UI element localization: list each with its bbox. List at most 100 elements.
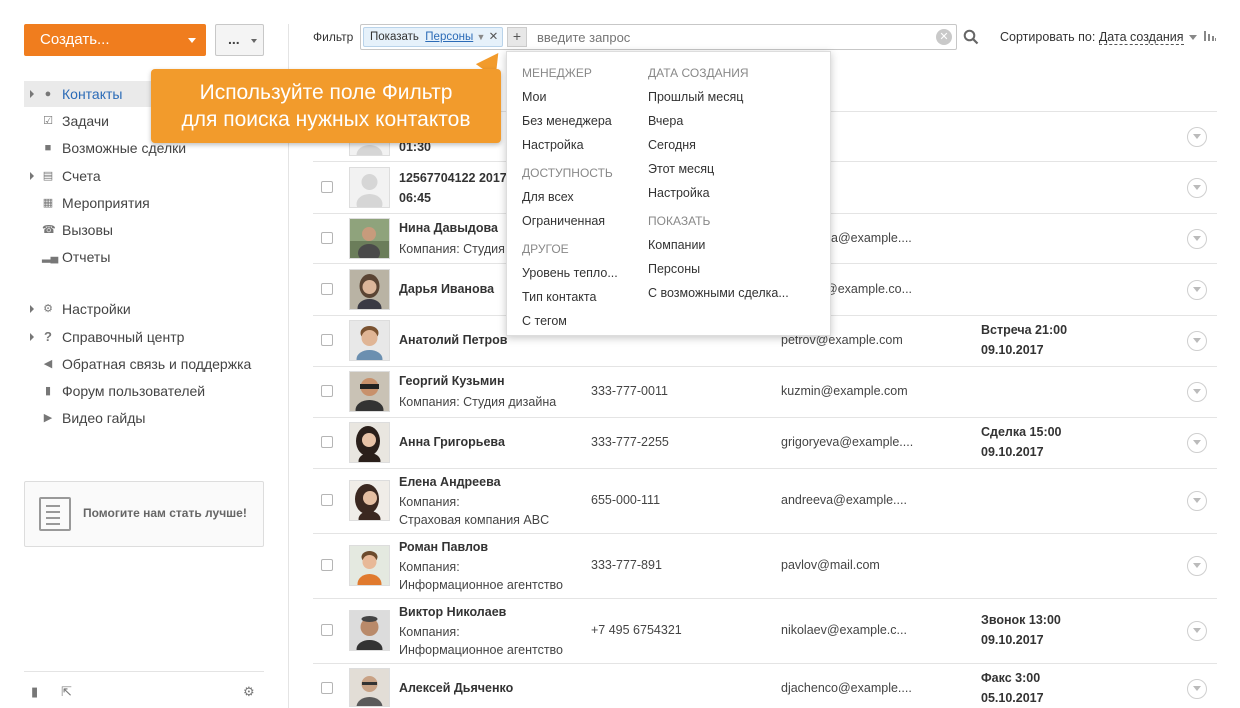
expand-arrow-icon[interactable] xyxy=(30,305,34,313)
dropdown-item-date-settings[interactable]: Настройка xyxy=(648,186,710,200)
row-actions-icon[interactable] xyxy=(1187,280,1207,300)
row-checkbox[interactable] xyxy=(321,682,333,694)
remove-tag-icon[interactable]: ✕ xyxy=(489,31,499,43)
contact-name[interactable]: Нина Давыдова xyxy=(399,221,498,235)
sidebar-item-feedback[interactable]: ◀ Обратная связь и поддержка xyxy=(24,351,264,377)
avatar[interactable] xyxy=(349,320,390,361)
avatar[interactable] xyxy=(349,545,390,586)
chevron-down-icon[interactable] xyxy=(1189,35,1197,40)
dropdown-item-yesterday[interactable]: Вчера xyxy=(648,114,683,128)
add-filter-button[interactable]: + xyxy=(507,27,527,47)
expand-arrow-icon[interactable] xyxy=(30,90,34,98)
filter-search-input[interactable] xyxy=(531,27,926,47)
avatar[interactable] xyxy=(349,422,390,463)
expand-arrow-icon[interactable] xyxy=(30,172,34,180)
sidebar-item-settings[interactable]: ⚙ Настройки xyxy=(24,296,264,322)
row-checkbox[interactable] xyxy=(321,181,333,193)
row-actions-icon[interactable] xyxy=(1187,433,1207,453)
dropdown-item-with-deals[interactable]: С возможными сделка... xyxy=(648,286,789,300)
dropdown-item-today[interactable]: Сегодня xyxy=(648,138,696,152)
contact-event[interactable]: Факс 3:00 xyxy=(981,668,1040,688)
contact-name[interactable]: Анна Григорьева xyxy=(399,435,505,449)
dropdown-item-no-manager[interactable]: Без менеджера xyxy=(522,114,612,128)
row-actions-icon[interactable] xyxy=(1187,127,1207,147)
dropdown-item-contact-type[interactable]: Тип контакта xyxy=(522,290,596,304)
contact-email[interactable]: @example.co... xyxy=(825,282,912,296)
row-checkbox[interactable] xyxy=(321,494,333,506)
row-checkbox[interactable] xyxy=(321,283,333,295)
dropdown-item-this-month[interactable]: Этот месяц xyxy=(648,162,714,176)
contact-name[interactable]: 12567704122 2017 xyxy=(399,171,507,185)
contact-phone[interactable]: 333-777-891 xyxy=(591,558,662,572)
feedback-banner[interactable]: Помогите нам стать лучше! xyxy=(24,481,264,547)
dropdown-item-with-tag[interactable]: С тегом xyxy=(522,314,567,328)
dropdown-item-restricted[interactable]: Ограниченная xyxy=(522,214,605,228)
row-checkbox[interactable] xyxy=(321,436,333,448)
sidebar-item-invoices[interactable]: ▤ Счета xyxy=(24,163,264,189)
filter-tag-value[interactable]: Персоны xyxy=(425,31,473,43)
row-checkbox[interactable] xyxy=(321,385,333,397)
contact-phone[interactable]: +7 495 6754321 xyxy=(591,623,682,637)
contact-name[interactable]: Анатолий Петров xyxy=(399,333,507,347)
avatar[interactable] xyxy=(349,610,390,651)
dropdown-item-temperature[interactable]: Уровень тепло... xyxy=(522,266,618,280)
more-actions-button[interactable]: ... xyxy=(215,24,264,56)
sidebar-item-events[interactable]: ▦ Мероприятия xyxy=(24,190,264,216)
row-checkbox[interactable] xyxy=(321,624,333,636)
contact-phone[interactable]: 333-777-0011 xyxy=(591,384,668,398)
search-icon[interactable] xyxy=(963,29,979,45)
create-button[interactable]: Создать... xyxy=(24,24,206,56)
dropdown-item-mine[interactable]: Мои xyxy=(522,90,547,104)
gear-icon[interactable]: ⚙ xyxy=(243,684,255,700)
dropdown-item-persons[interactable]: Персоны xyxy=(648,262,700,276)
dropdown-item-companies[interactable]: Компании xyxy=(648,238,705,252)
sort-order-icon[interactable] xyxy=(1204,30,1216,42)
sort-value[interactable]: Дата создания xyxy=(1098,30,1184,45)
contact-phone[interactable]: 655-000-111 xyxy=(591,493,660,507)
row-actions-icon[interactable] xyxy=(1187,621,1207,641)
sidebar-item-video-guides[interactable]: ▶ Видео гайды xyxy=(24,405,264,431)
avatar[interactable] xyxy=(349,167,390,208)
row-actions-icon[interactable] xyxy=(1187,331,1207,351)
contact-email[interactable]: grigoryeva@example.... xyxy=(781,435,913,449)
sidebar-item-forum[interactable]: ▮ Форум пользователей xyxy=(24,378,264,404)
contact-email[interactable]: andreeva@example.... xyxy=(781,493,907,507)
contact-name[interactable]: Елена Андреева xyxy=(399,475,501,489)
avatar[interactable] xyxy=(349,218,390,259)
clear-icon[interactable]: ✕ xyxy=(936,29,952,45)
contact-event[interactable]: Встреча 21:00 xyxy=(981,320,1067,340)
contact-event[interactable]: Сделка 15:00 xyxy=(981,422,1062,442)
expand-icon[interactable]: ⇱ xyxy=(61,684,72,700)
contact-email[interactable]: kuzmin@example.com xyxy=(781,384,908,398)
sidebar-item-help-center[interactable]: ? Справочный центр xyxy=(24,324,264,350)
row-actions-icon[interactable] xyxy=(1187,556,1207,576)
filter-tag[interactable]: Показать Персоны ▼ ✕ xyxy=(363,27,503,47)
dropdown-item-last-month[interactable]: Прошлый месяц xyxy=(648,90,743,104)
row-checkbox[interactable] xyxy=(321,232,333,244)
sort-control[interactable]: Сортировать по: Дата создания xyxy=(1000,30,1184,45)
row-actions-icon[interactable] xyxy=(1187,382,1207,402)
contact-phone[interactable]: 333-777-2255 xyxy=(591,435,669,449)
dropdown-item-manager-settings[interactable]: Настройка xyxy=(522,138,584,152)
chevron-down-icon[interactable]: ▼ xyxy=(476,32,485,42)
sidebar-item-calls[interactable]: ☎ Вызовы xyxy=(24,217,264,243)
row-actions-icon[interactable] xyxy=(1187,679,1207,699)
contact-email[interactable]: nikolaev@example.c... xyxy=(781,623,907,637)
dropdown-item-public[interactable]: Для всех xyxy=(522,190,574,204)
chat-icon[interactable]: ▮ xyxy=(31,684,38,700)
row-actions-icon[interactable] xyxy=(1187,491,1207,511)
contact-name[interactable]: Роман Павлов xyxy=(399,540,488,554)
row-actions-icon[interactable] xyxy=(1187,229,1207,249)
sidebar-item-reports[interactable]: ▂▄ Отчеты xyxy=(24,244,264,270)
contact-name[interactable]: Дарья Иванова xyxy=(399,282,494,296)
row-actions-icon[interactable] xyxy=(1187,178,1207,198)
contact-email[interactable]: a@example.... xyxy=(831,231,912,245)
expand-arrow-icon[interactable] xyxy=(30,333,34,341)
contact-event[interactable]: Звонок 13:00 xyxy=(981,610,1061,630)
avatar[interactable] xyxy=(349,480,390,521)
row-checkbox[interactable] xyxy=(321,334,333,346)
avatar[interactable] xyxy=(349,371,390,412)
contact-name[interactable]: Виктор Николаев xyxy=(399,605,506,619)
avatar[interactable] xyxy=(349,269,390,310)
avatar[interactable] xyxy=(349,668,390,707)
